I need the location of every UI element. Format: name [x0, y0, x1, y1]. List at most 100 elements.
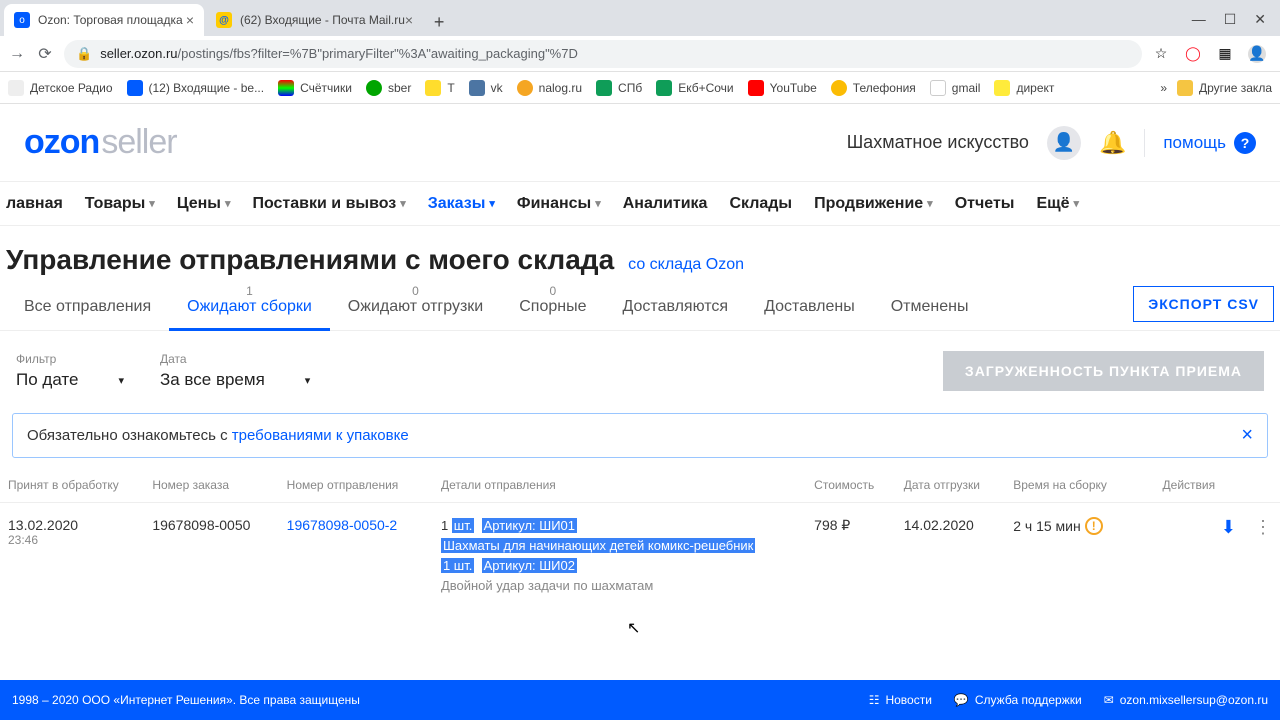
bookmark-item[interactable]: YouTube: [748, 80, 817, 96]
warning-icon: !: [1085, 517, 1103, 535]
cell-actions: ⬇ ⋮: [1163, 517, 1272, 538]
bookmark-item[interactable]: СПб: [596, 80, 642, 96]
filter-date: Дата За все время▾: [160, 352, 310, 391]
th-accepted: Принят в обработку: [8, 478, 152, 492]
title-link[interactable]: со склада Ozon: [628, 256, 744, 274]
tab-disputed[interactable]: 0Спорные: [501, 286, 604, 330]
help-link[interactable]: помощь?: [1163, 132, 1256, 154]
bookmark-item[interactable]: nalog.ru: [517, 80, 582, 96]
bookmark-item[interactable]: Екб+Сочи: [656, 80, 733, 96]
chevron-down-icon: ▾: [149, 197, 155, 210]
new-tab-button[interactable]: +: [425, 8, 453, 36]
tab-title: Ozon: Торговая площадка: [38, 13, 183, 27]
close-icon[interactable]: ×: [405, 12, 413, 28]
chevron-down-icon: ▾: [225, 197, 231, 210]
footer-support[interactable]: 💬Служба поддержки: [954, 693, 1082, 707]
chevron-down-icon: ▾: [305, 374, 311, 387]
bookmarks-folder[interactable]: Другие закла: [1177, 80, 1272, 96]
nav-analytics[interactable]: Аналитика: [623, 195, 708, 213]
maximize-icon[interactable]: ☐: [1224, 11, 1237, 28]
cell-time: 2 ч 15 мин !: [1013, 517, 1162, 535]
footer-news[interactable]: ☷Новости: [869, 693, 932, 707]
chevron-down-icon: ▾: [595, 197, 601, 210]
nav-products[interactable]: Товары▾: [85, 195, 155, 213]
bookmark-item[interactable]: sber: [366, 80, 411, 96]
forward-icon[interactable]: →: [8, 45, 26, 63]
notice-link[interactable]: требованиями к упаковке: [232, 427, 409, 444]
page-title: Управление отправлениями с моего склада: [6, 244, 614, 276]
table-header: Принят в обработку Номер заказа Номер от…: [0, 466, 1280, 503]
user-avatar[interactable]: 👤: [1047, 126, 1081, 160]
favicon-mail: @: [216, 12, 232, 28]
browser-tab-strip: o Ozon: Торговая площадка × @ (62) Входя…: [0, 0, 1280, 36]
tab-all[interactable]: Все отправления: [6, 286, 169, 330]
tab-title: (62) Входящие - Почта Mail.ru: [240, 13, 405, 27]
page-header: ozonseller Шахматное искусство 👤 🔔 помощ…: [0, 104, 1280, 182]
bookmark-item[interactable]: vk: [469, 80, 503, 96]
pickup-load-button[interactable]: ЗАГРУЖЕННОСТЬ ПУНКТА ПРИЕМА: [943, 351, 1264, 391]
tab-awaiting-packaging[interactable]: 1Ожидают сборки: [169, 286, 330, 330]
bookmark-item[interactable]: gmail: [930, 80, 981, 96]
cell-shipment-link[interactable]: 19678098-0050-2: [287, 517, 441, 533]
cell-details: 1 шт. Артикул: ШИ01 Шахматы для начинающ…: [441, 517, 814, 593]
th-shipdate: Дата отгрузки: [904, 478, 1013, 492]
packaging-notice: Обязательно ознакомьтесь с требованиями …: [12, 413, 1268, 458]
nav-promo[interactable]: Продвижение▾: [814, 195, 933, 213]
chevron-down-icon: ▾: [489, 197, 495, 210]
chevron-down-icon: ▾: [118, 374, 124, 387]
cell-shipdate: 14.02.2020: [904, 517, 1013, 533]
bookmark-item[interactable]: Т: [425, 80, 454, 96]
news-icon: ☷: [869, 693, 880, 707]
th-time: Время на сборку: [1013, 478, 1162, 492]
chevron-down-icon: ▾: [927, 197, 933, 210]
close-icon[interactable]: ×: [1241, 424, 1253, 447]
download-icon[interactable]: ⬇: [1221, 517, 1236, 538]
reload-icon[interactable]: ⟳: [36, 44, 54, 64]
tab-delivered[interactable]: Доставлены: [746, 286, 873, 330]
favicon-ozon: o: [14, 12, 30, 28]
export-csv-button[interactable]: ЭКСПОРТ CSV: [1133, 286, 1274, 322]
bookmark-item[interactable]: Детское Радио: [8, 80, 113, 96]
nav-finance[interactable]: Финансы▾: [517, 195, 601, 213]
copyright: 1998 – 2020 ООО «Интернет Решения». Все …: [12, 693, 360, 707]
tab-cancelled[interactable]: Отменены: [873, 286, 987, 330]
nav-more[interactable]: Ещё▾: [1036, 195, 1079, 213]
nav-orders[interactable]: Заказы▾: [428, 195, 495, 213]
browser-tab[interactable]: @ (62) Входящие - Почта Mail.ru ×: [206, 4, 423, 36]
bookmark-item[interactable]: (12) Входящие - be...: [127, 80, 265, 96]
profile-avatar[interactable]: 👤: [1248, 45, 1266, 63]
logo[interactable]: ozonseller: [24, 123, 177, 162]
browser-tab-active[interactable]: o Ozon: Торговая площадка ×: [4, 4, 204, 36]
date-select[interactable]: За все время▾: [160, 370, 310, 391]
more-icon[interactable]: ⋮: [1254, 517, 1272, 538]
close-icon[interactable]: ×: [186, 12, 194, 28]
nav-main[interactable]: лавная: [6, 195, 63, 213]
star-icon[interactable]: ☆: [1152, 45, 1170, 63]
bookmark-item[interactable]: Телефония: [831, 80, 916, 96]
opera-icon[interactable]: ◯: [1184, 45, 1202, 63]
minimize-icon[interactable]: —: [1192, 11, 1206, 28]
table-row: 13.02.2020 23:46 19678098-0050 19678098-…: [0, 503, 1280, 607]
footer-email[interactable]: ✉ozon.mixsellersup@ozon.ru: [1104, 693, 1268, 707]
bell-icon[interactable]: 🔔: [1099, 130, 1126, 156]
mail-icon: ✉: [1104, 693, 1114, 707]
cell-accepted: 13.02.2020 23:46: [8, 517, 152, 547]
notice-text: Обязательно ознакомьтесь с требованиями …: [27, 427, 409, 444]
tab-delivering[interactable]: Доставляются: [605, 286, 747, 330]
bookmarks-overflow[interactable]: »: [1160, 81, 1167, 95]
chevron-down-icon: ▾: [400, 197, 406, 210]
separator: [1144, 129, 1145, 157]
bookmarks-bar: Детское Радио (12) Входящие - be... Счёт…: [0, 72, 1280, 104]
page-title-row: Управление отправлениями с моего склада …: [0, 226, 1280, 286]
url-input[interactable]: 🔒 seller.ozon.ru/postings/fbs?filter=%7B…: [64, 40, 1142, 68]
nav-warehouses[interactable]: Склады: [729, 195, 792, 213]
nav-prices[interactable]: Цены▾: [177, 195, 231, 213]
extension-icon[interactable]: ▦: [1216, 45, 1234, 63]
close-window-icon[interactable]: ✕: [1254, 11, 1266, 28]
nav-supply[interactable]: Поставки и вывоз▾: [252, 195, 405, 213]
bookmark-item[interactable]: директ: [994, 80, 1054, 96]
tab-awaiting-shipment[interactable]: 0Ожидают отгрузки: [330, 286, 501, 330]
filter-select[interactable]: По дате▾: [16, 370, 124, 391]
nav-reports[interactable]: Отчеты: [955, 195, 1015, 213]
bookmark-item[interactable]: Счётчики: [278, 80, 352, 96]
